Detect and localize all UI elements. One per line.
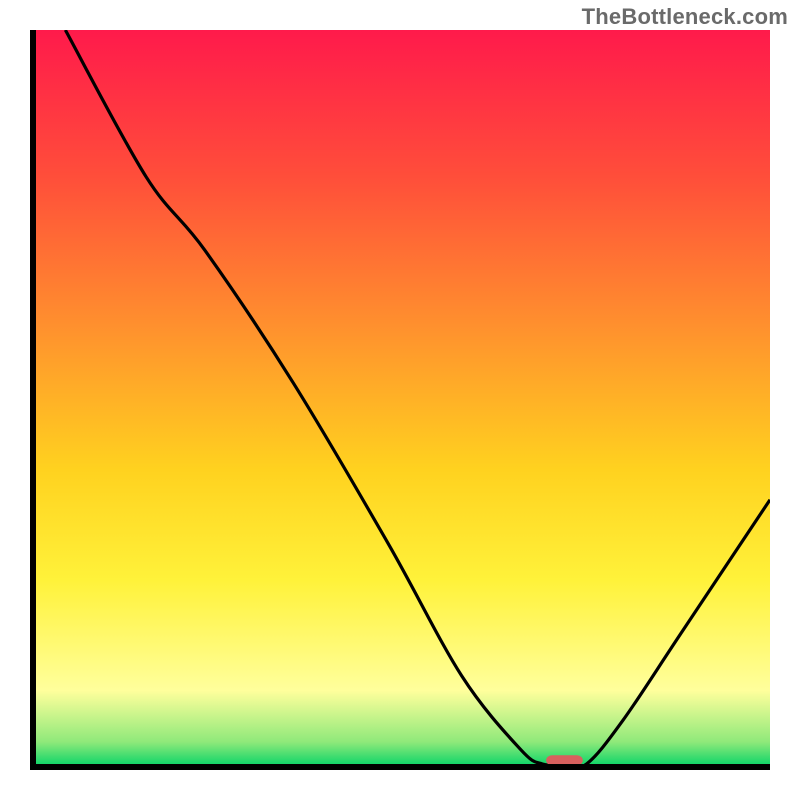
optimum-marker [546,755,583,764]
chart-area [30,30,770,770]
chart-background [36,30,770,764]
bottleneck-chart [36,30,770,764]
watermark-text: TheBottleneck.com [582,4,788,30]
